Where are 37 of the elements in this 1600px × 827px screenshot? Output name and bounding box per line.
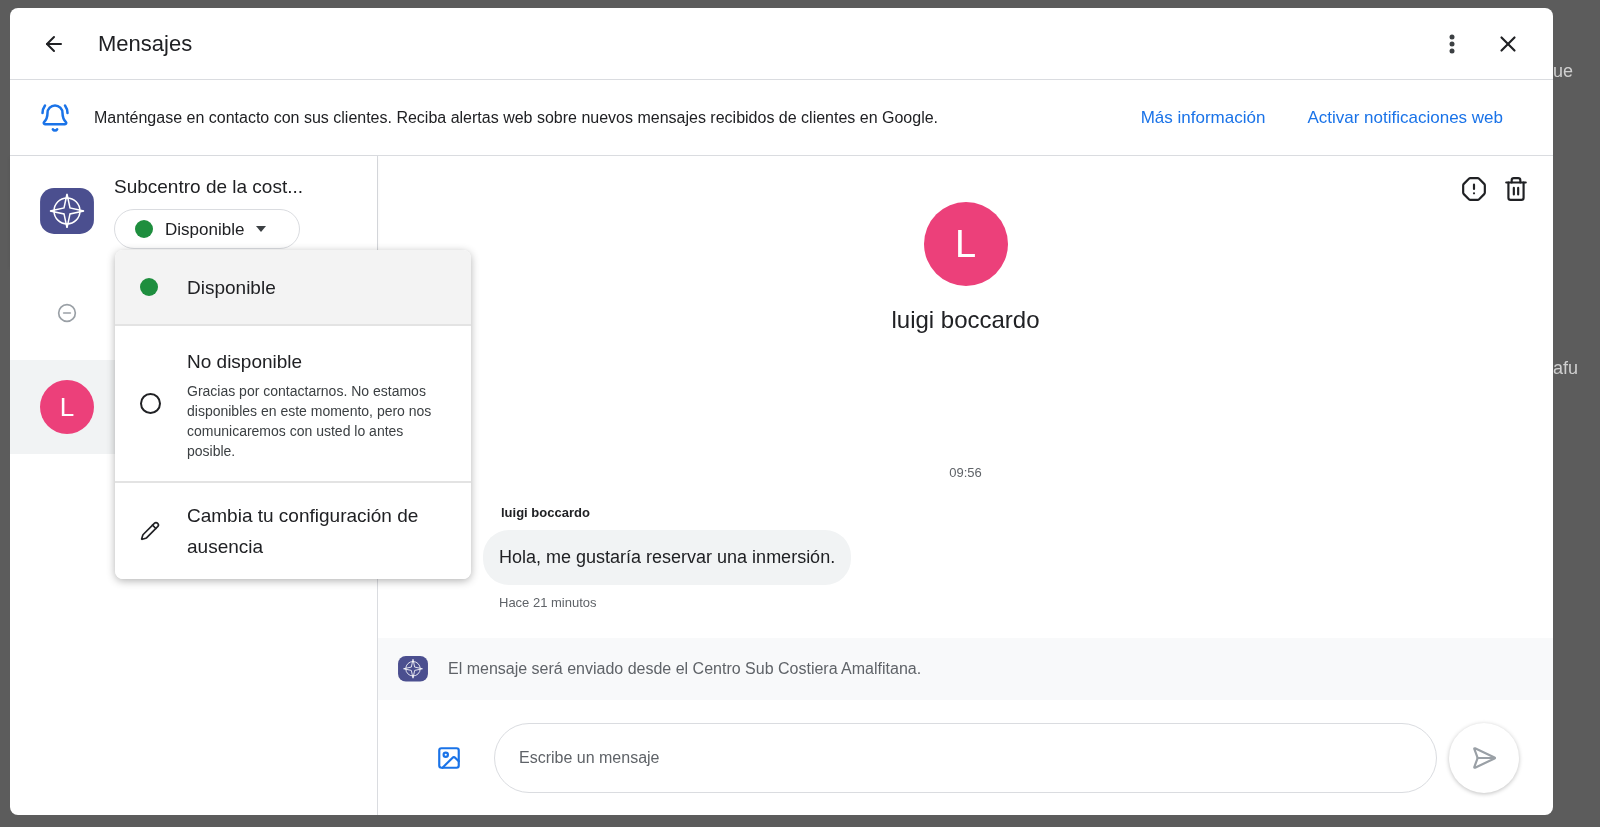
bell-icon [40,102,70,133]
option-label: No disponible [187,350,304,374]
contact-avatar: L [923,202,1008,286]
option-label: Disponible [187,275,277,300]
status-option[interactable]: Disponible [115,250,471,324]
message-age: Hace 21 minutos [499,594,597,612]
option-description: Gracias por contactarnos. No estamos disponibles en este momento, pero nos comunicaremos con usted lo antes posible. [187,382,433,461]
trash-icon [1503,176,1529,202]
banner-link[interactable]: Activar notificaciones web [1307,104,1503,131]
more-options-icon [1449,33,1455,54]
sender-note: El mensaje será enviado desde el Centro Sub Costiera Amalfitana. [448,659,922,679]
report-button[interactable] [1461,176,1487,202]
status-option[interactable]: No disponible Gracias por contactarnos. No estamos disponibles en este momento, pero nos comunicaremos con usted lo antes posible. [115,324,471,481]
report-icon [1461,176,1487,202]
caret-icon [256,226,267,233]
compass-logo-icon [40,188,94,234]
unavailable-icon [57,303,77,323]
status-option[interactable]: Cambia tu configuración de ausencia [115,481,471,579]
background-text: afu [1553,357,1580,380]
message-input[interactable]: Escribe un mensaje [494,722,1437,793]
contact-avatar: L [40,380,94,434]
background-text: ue [1553,60,1575,83]
pencil-icon [140,521,160,541]
banner-text: Manténgase en contacto con sus clientes. Reciba alertas web sobre nuevos mensajes recibidos de clientes en Google. [94,108,939,128]
window-title: Mensajes [98,30,193,58]
compass-logo-icon [398,656,428,682]
send-icon [1471,744,1497,771]
sender-name: luigi boccardo [501,503,590,522]
option-label: Cambia tu configuración de ausencia [187,504,420,559]
banner-link[interactable]: Más información [1140,104,1266,131]
attach-image-button[interactable] [436,744,462,771]
business-name: Subcentro de la cost... [114,174,304,199]
image-icon [436,744,462,771]
message-time: 09:56 [949,464,982,482]
contact-name: luigi boccardo [891,305,1040,335]
delete-button[interactable] [1503,176,1529,202]
message-bubble: Hola, me gustaría reservar una inmersión. [483,530,852,585]
